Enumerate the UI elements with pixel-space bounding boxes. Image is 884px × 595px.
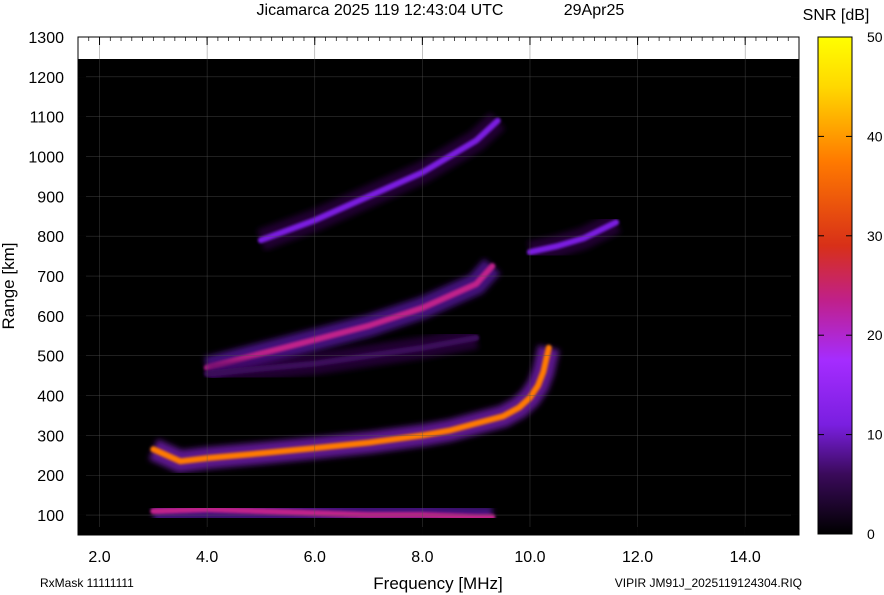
rx-mask-label: RxMask 11111111 <box>40 576 134 590</box>
colorbar-tick-label-4: 40 <box>867 128 883 144</box>
y-tick-label-2: 300 <box>37 428 64 445</box>
x-tick-label-1: 4.0 <box>196 549 218 566</box>
x-tick-label-0: 2.0 <box>88 549 110 566</box>
colorbar-tick-label-5: 50 <box>867 29 883 45</box>
y-tick-label-4: 500 <box>37 349 64 366</box>
chart-title: Jicamarca 2025 119 12:43:04 UTC <box>257 2 504 19</box>
x-tick-label-3: 8.0 <box>411 549 433 566</box>
x-axis-label: Frequency [MHz] <box>373 574 502 593</box>
x-tick-label-5: 12.0 <box>622 549 653 566</box>
y-tick-label-11: 1200 <box>28 70 64 87</box>
ionogram-chart: Jicamarca 2025 119 12:43:04 UTC 29Apr25 … <box>0 2 883 593</box>
y-axis-label: Range [km] <box>0 243 18 330</box>
y-tick-label-7: 800 <box>37 229 64 246</box>
y-tick-label-8: 900 <box>37 189 64 206</box>
y-tick-label-5: 600 <box>37 309 64 326</box>
colorbar <box>817 36 853 535</box>
y-tick-label-9: 1000 <box>28 150 64 167</box>
file-label: VIPIR JM91J_2025119124304.RIQ <box>615 576 802 590</box>
colorbar-label: SNR [dB] <box>803 7 870 24</box>
colorbar-tick-label-1: 10 <box>867 427 883 443</box>
y-tick-label-10: 1100 <box>30 110 65 127</box>
colorbar-tick-label-3: 30 <box>867 228 883 244</box>
y-tick-label-0: 100 <box>37 508 64 525</box>
y-tick-label-1: 200 <box>37 468 64 485</box>
plot-top-band <box>78 37 799 59</box>
date-label: 29Apr25 <box>564 2 625 19</box>
x-tick-label-4: 10.0 <box>514 549 545 566</box>
y-tick-label-12: 1300 <box>28 30 64 47</box>
y-tick-label-6: 700 <box>37 269 64 286</box>
colorbar-tick-label-0: 0 <box>867 526 875 542</box>
x-tick-label-6: 14.0 <box>730 549 761 566</box>
colorbar-tick-label-2: 20 <box>867 327 883 343</box>
x-tick-label-2: 6.0 <box>304 549 326 566</box>
y-tick-label-3: 400 <box>37 389 64 406</box>
